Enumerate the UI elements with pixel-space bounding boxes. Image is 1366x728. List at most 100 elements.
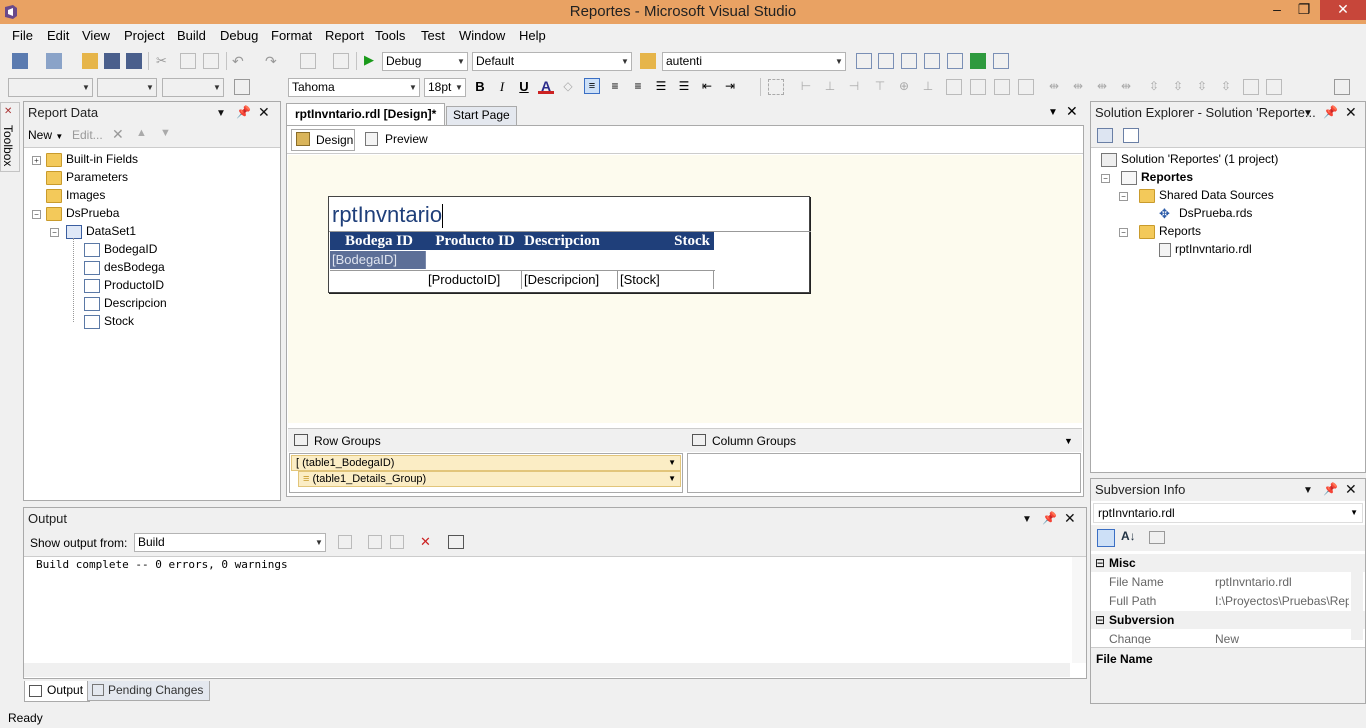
clear-all-icon[interactable]: ✕ bbox=[420, 534, 431, 550]
open-folder-icon[interactable] bbox=[82, 53, 98, 69]
table-header-bodega-id[interactable]: Bodega ID bbox=[330, 232, 426, 250]
menu-debug[interactable]: Debug bbox=[220, 28, 258, 43]
property-pages-icon[interactable] bbox=[1149, 531, 1165, 544]
move-up-icon[interactable]: ▲ bbox=[136, 127, 147, 139]
output-source-select[interactable]: Build ▼ bbox=[134, 533, 326, 552]
dropdown-icon[interactable]: ▼ bbox=[1022, 514, 1032, 525]
prop-full-path-value[interactable]: I:\Proyectos\Pruebas\Rep bbox=[1215, 592, 1349, 610]
field-descripcion[interactable]: Descripcion bbox=[84, 295, 167, 311]
pin-icon[interactable]: 📌 bbox=[1042, 511, 1057, 525]
tree-item-reports-folder[interactable]: Reports bbox=[1139, 223, 1201, 239]
report-properties-icon[interactable] bbox=[1334, 79, 1350, 95]
decrease-vertical-spacing-icon[interactable]: ⇳ bbox=[1194, 79, 1210, 95]
close-icon[interactable]: ✕ bbox=[258, 104, 270, 121]
align-centers-icon[interactable]: ⊥ bbox=[822, 79, 838, 95]
redo-icon[interactable]: ↷ bbox=[265, 53, 281, 69]
close-icon[interactable]: ✕ bbox=[1064, 510, 1076, 527]
object-browser-icon[interactable] bbox=[901, 53, 917, 69]
cut-icon[interactable]: ✂ bbox=[156, 53, 172, 69]
save-icon[interactable] bbox=[104, 53, 120, 69]
tab-start-page[interactable]: Start Page bbox=[446, 106, 517, 125]
table-detail-stock[interactable]: [Stock] bbox=[618, 271, 714, 289]
font-size-select[interactable]: 18pt ▼ bbox=[424, 78, 466, 97]
start-page-icon[interactable] bbox=[970, 53, 986, 69]
save-all-icon[interactable] bbox=[126, 53, 142, 69]
font-color-button[interactable]: A bbox=[538, 78, 554, 94]
show-all-files-icon[interactable] bbox=[1123, 128, 1139, 143]
minimize-button[interactable]: ‒ bbox=[1262, 0, 1292, 20]
background-color-icon[interactable]: ◇ bbox=[560, 79, 576, 95]
tree-item-solution[interactable]: Solution 'Reportes' (1 project) bbox=[1101, 151, 1278, 167]
field-desbodega[interactable]: desBodega bbox=[84, 259, 165, 275]
menu-help[interactable]: Help bbox=[519, 28, 546, 43]
prop-change-value[interactable]: New bbox=[1215, 630, 1239, 644]
vertical-scrollbar[interactable] bbox=[1072, 557, 1086, 663]
menu-edit[interactable]: Edit bbox=[47, 28, 69, 43]
category-subversion[interactable]: ⊟ Subversion bbox=[1091, 611, 1365, 629]
menu-build[interactable]: Build bbox=[177, 28, 206, 43]
menu-report[interactable]: Report bbox=[325, 28, 364, 43]
align-right-icon[interactable]: ≡ bbox=[630, 79, 646, 95]
undo-icon[interactable]: ↶ bbox=[232, 53, 248, 69]
solution-explorer-icon[interactable] bbox=[856, 53, 872, 69]
bold-button[interactable]: B bbox=[472, 79, 488, 95]
increase-indent-icon[interactable]: ⇥ bbox=[722, 79, 738, 95]
make-same-size-icon[interactable] bbox=[994, 79, 1010, 95]
find-message-icon[interactable] bbox=[338, 535, 352, 549]
navigate-forward-icon[interactable] bbox=[333, 53, 349, 69]
field-stock[interactable]: Stock bbox=[84, 313, 134, 329]
edit-button[interactable]: Edit... bbox=[72, 128, 103, 142]
field-bodegaid[interactable]: BodegaID bbox=[84, 241, 157, 257]
report-canvas[interactable]: rptInvntario Bodega ID Producto ID Descr… bbox=[288, 155, 1082, 423]
align-center-icon[interactable]: ≡ bbox=[607, 79, 623, 95]
align-lefts-icon[interactable]: ⊢ bbox=[798, 79, 814, 95]
toolbox-toggle-icon[interactable] bbox=[924, 53, 940, 69]
pin-icon[interactable]: 📌 bbox=[1323, 105, 1338, 119]
dropdown-icon[interactable]: ▼ bbox=[1303, 485, 1313, 496]
new-button[interactable]: New ▼ bbox=[28, 128, 63, 142]
align-middles-icon[interactable]: ⊕ bbox=[896, 79, 912, 95]
align-tops-icon[interactable]: ⊤ bbox=[872, 79, 888, 95]
add-item-icon[interactable] bbox=[46, 53, 62, 69]
tree-item-project-reportes[interactable]: Reportes bbox=[1121, 169, 1193, 185]
properties-icon[interactable] bbox=[878, 53, 894, 69]
menu-project[interactable]: Project bbox=[124, 28, 164, 43]
solution-platform-select[interactable]: Default ▼ bbox=[472, 52, 632, 71]
restore-button[interactable]: ❐ bbox=[1290, 0, 1318, 20]
move-down-icon[interactable]: ▼ bbox=[160, 127, 171, 139]
close-icon[interactable]: ✕ bbox=[1345, 481, 1357, 498]
align-left-icon[interactable]: ≡ bbox=[584, 78, 600, 94]
category-misc[interactable]: ⊟ Misc bbox=[1091, 554, 1365, 572]
expand-icon[interactable]: + bbox=[32, 156, 41, 165]
selected-object-select[interactable]: rptInvntario.rdl ▼ bbox=[1093, 503, 1363, 523]
make-same-width-icon[interactable] bbox=[946, 79, 962, 95]
table-group-bodegaid[interactable]: [BodegaID] bbox=[330, 251, 426, 269]
increase-horizontal-spacing-icon[interactable]: ⇹ bbox=[1070, 79, 1086, 95]
remove-vertical-spacing-icon[interactable]: ⇳ bbox=[1218, 79, 1234, 95]
find-input[interactable]: autenti ▼ bbox=[662, 52, 846, 71]
table-header-stock[interactable]: Stock bbox=[618, 232, 714, 250]
vertical-spacing-icon[interactable]: ⇳ bbox=[1146, 79, 1162, 95]
collapse-icon[interactable]: − bbox=[1119, 228, 1128, 237]
tree-item-images[interactable]: Images bbox=[46, 187, 105, 203]
command-window-icon[interactable] bbox=[993, 53, 1009, 69]
copy-icon[interactable] bbox=[180, 53, 196, 69]
tab-list-dropdown-icon[interactable]: ▼ bbox=[1048, 107, 1058, 118]
word-wrap-icon[interactable] bbox=[448, 535, 464, 549]
align-rights-icon[interactable]: ⊣ bbox=[846, 79, 862, 95]
grouping-options-dropdown-icon[interactable]: ▼ bbox=[1064, 436, 1073, 446]
font-family-select[interactable]: Tahoma ▼ bbox=[288, 78, 420, 97]
table-header-producto-id[interactable]: Producto ID bbox=[426, 232, 522, 250]
increase-vertical-spacing-icon[interactable]: ⇳ bbox=[1170, 79, 1186, 95]
numbered-list-icon[interactable]: ☰ bbox=[653, 79, 669, 95]
tab-design[interactable]: Design bbox=[291, 129, 355, 151]
decrease-indent-icon[interactable]: ⇤ bbox=[699, 79, 715, 95]
tree-item-dsprueba-rds[interactable]: ✥ DsPrueba.rds bbox=[1159, 205, 1252, 221]
make-same-height-icon[interactable] bbox=[970, 79, 986, 95]
align-to-grid-icon[interactable] bbox=[768, 79, 784, 95]
categorized-icon[interactable] bbox=[1097, 529, 1115, 547]
menu-window[interactable]: Window bbox=[459, 28, 505, 43]
close-document-icon[interactable]: ✕ bbox=[1066, 103, 1078, 120]
menu-format[interactable]: Format bbox=[271, 28, 312, 43]
table-header-descripcion[interactable]: Descripcion bbox=[522, 232, 618, 250]
